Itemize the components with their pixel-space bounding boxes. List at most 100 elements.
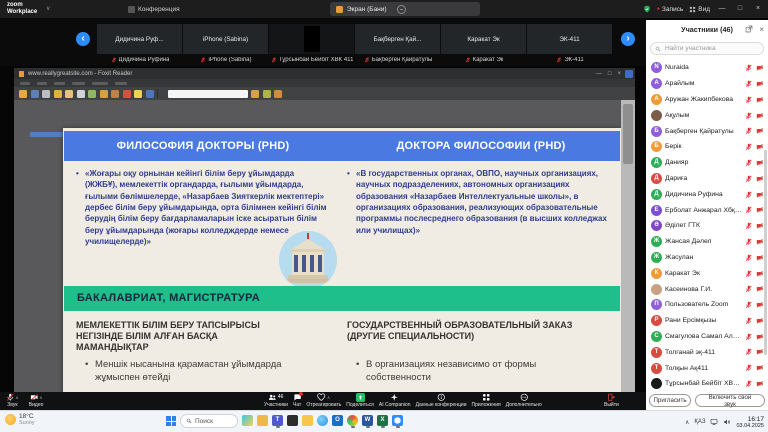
camera-off-icon[interactable] [756,127,764,135]
participants-scrollbar[interactable] [764,150,767,355]
email-icon[interactable] [54,90,62,98]
video-tile[interactable]: iPhone (Sabina) iPhone (Sabina) [183,24,269,65]
zoom-out-icon[interactable] [251,90,259,98]
save-icon[interactable] [31,90,39,98]
taskbar-folder-icon[interactable] [302,415,313,428]
chat-button[interactable]: Чат [293,393,302,409]
meeting-info-button[interactable]: Данные конференции [416,393,467,409]
mic-off-icon[interactable] [745,380,753,388]
chevron-up-icon[interactable]: ∧ [39,395,42,400]
snapshot-icon[interactable] [88,90,96,98]
select-text-icon[interactable] [77,90,85,98]
taskbar-explorer-icon[interactable] [257,415,268,428]
page-number-field[interactable] [168,90,248,98]
camera-off-icon[interactable] [756,143,764,151]
hand-tool-icon[interactable] [65,90,73,98]
screen-options-icon[interactable] [397,5,406,14]
leave-button[interactable]: Выйти [604,393,619,409]
mic-off-icon[interactable] [745,206,753,214]
mic-off-icon[interactable] [745,254,753,262]
participant-row[interactable]: Тұрсынбай Бейбіт ХВК 411 [646,376,768,392]
react-button[interactable]: ∧ Отреагировать [306,393,341,409]
camera-off-icon[interactable] [756,64,764,72]
invite-button[interactable]: Пригласить [649,394,691,407]
print-icon[interactable] [42,90,50,98]
ai-companion-button[interactable]: AI Companion [379,393,411,409]
camera-off-icon[interactable] [756,348,764,356]
find-icon[interactable] [146,90,154,98]
camera-off-icon[interactable] [756,238,764,246]
share-screen-button[interactable]: Поделиться [346,393,374,409]
camera-off-icon[interactable] [756,254,764,262]
camera-off-icon[interactable] [756,301,764,309]
taskbar-excel-icon[interactable]: X [377,415,388,428]
participant-row[interactable]: Р Рани Ерсімқызы [646,313,768,329]
mic-off-icon[interactable] [745,112,753,120]
taskbar-zoom-icon[interactable]: ⬤ [392,415,403,428]
camera-off-icon[interactable] [756,317,764,325]
participant-row[interactable]: К Каракат Эк [646,265,768,281]
bookmark-icon[interactable] [123,90,131,98]
video-tile[interactable]: Каракат Эк Каракат Эк [441,24,527,65]
camera-off-icon[interactable] [756,96,764,104]
zoom-tool-icon[interactable] [100,90,108,98]
mic-off-icon[interactable] [745,348,753,356]
zoom-in-icon[interactable] [263,90,271,98]
foxit-menu-view[interactable] [54,82,65,85]
foxit-menu-file[interactable] [20,82,30,85]
mute-button[interactable]: ∧ Звук [6,393,19,409]
foxit-scrollbar-thumb[interactable] [623,104,633,164]
taskbar-teams-icon[interactable]: T [272,415,283,428]
mic-off-icon[interactable] [745,333,753,341]
mic-off-icon[interactable] [745,191,753,199]
participant-row[interactable]: Ә Әділет ГТК [646,218,768,234]
filmstrip-prev-button[interactable]: ‹ [76,32,90,46]
mic-off-icon[interactable] [745,175,753,183]
participant-row[interactable]: Ақулым [646,107,768,123]
participant-row[interactable]: А Арайлым [646,76,768,92]
mic-off-icon[interactable] [745,143,753,151]
tab-screen-share[interactable]: Экран (Бани) [330,2,480,16]
participant-row[interactable]: Д Дариға [646,171,768,187]
camera-off-icon[interactable] [756,285,764,293]
keyboard-language[interactable]: ҚАЗ [694,419,705,425]
participant-row[interactable]: N Nuraida [646,60,768,76]
participant-row[interactable]: Т Толганай эқ-411 [646,344,768,360]
unmute-button[interactable]: Включить свой звук [695,394,765,407]
minimize-button[interactable]: — [716,0,728,18]
participant-row[interactable]: Ж Жасулан [646,250,768,266]
taskbar-outlook-icon[interactable]: O [332,415,343,428]
participant-search-input[interactable] [663,44,755,53]
participant-row[interactable]: Б Берік [646,139,768,155]
mic-off-icon[interactable] [745,127,753,135]
open-folder-icon[interactable] [19,90,27,98]
mic-off-icon[interactable] [745,317,753,325]
camera-off-icon[interactable] [756,206,764,214]
mic-off-icon[interactable] [745,64,753,72]
speaker-icon[interactable] [723,418,731,426]
taskbar-edge-icon[interactable] [317,415,328,428]
rotate-icon[interactable] [111,90,119,98]
mic-off-icon[interactable] [745,96,753,104]
participant-row[interactable]: Касеинова Г.И. [646,281,768,297]
camera-off-icon[interactable] [756,191,764,199]
mic-off-icon[interactable] [745,285,753,293]
highlight-icon[interactable] [134,90,142,98]
taskbar-photos-icon[interactable] [242,415,253,428]
mic-off-icon[interactable] [745,238,753,246]
tab-meeting[interactable]: Конференция [128,2,180,16]
view-button[interactable]: Вид [689,6,710,13]
close-panel-icon[interactable]: × [759,20,764,39]
taskbar-word-icon[interactable]: W [362,415,373,428]
camera-off-icon[interactable] [756,380,764,388]
chevron-up-icon[interactable]: ∧ [16,395,19,400]
video-button[interactable]: ∧ Видео [29,393,44,409]
fit-page-icon[interactable] [274,90,282,98]
taskbar-store-icon[interactable] [287,415,298,428]
foxit-maximize-button[interactable]: □ [608,71,612,77]
participant-row[interactable]: П Пользователь Zoom [646,297,768,313]
foxit-menu-help[interactable] [115,82,127,85]
recording-indicator[interactable]: ● Запись [657,6,683,13]
taskbar-search[interactable]: Поиск [180,414,238,428]
video-tile[interactable]: ЭК-411 ЭК-411 [527,24,613,65]
